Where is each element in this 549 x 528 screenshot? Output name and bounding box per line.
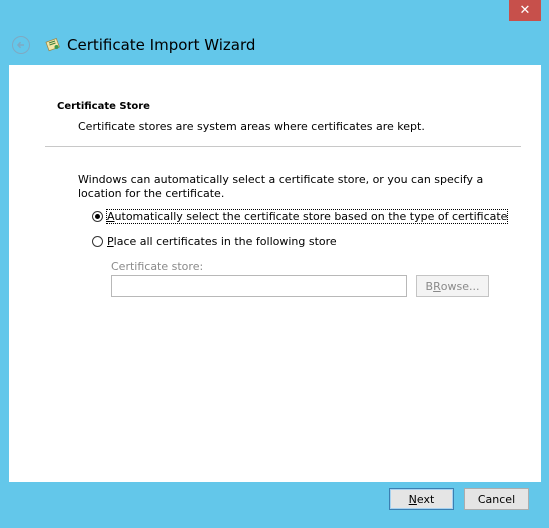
cancel-button[interactable]: Cancel bbox=[464, 488, 529, 510]
close-button[interactable]: ✕ bbox=[509, 0, 541, 21]
next-button[interactable]: Next bbox=[389, 488, 454, 510]
manual-store-option[interactable]: Place all certificates in the following … bbox=[92, 235, 337, 248]
certificate-store-field bbox=[111, 275, 407, 297]
manual-store-radio[interactable] bbox=[92, 236, 103, 247]
manual-store-label[interactable]: Place all certificates in the following … bbox=[107, 235, 337, 248]
wizard-window: ✕ Certificate Import Wizard Certificate … bbox=[0, 0, 549, 528]
back-button[interactable] bbox=[12, 36, 30, 54]
close-icon: ✕ bbox=[519, 3, 531, 18]
wizard-header: Certificate Import Wizard bbox=[0, 21, 549, 65]
auto-select-label[interactable]: Automatically select the certificate sto… bbox=[105, 209, 509, 224]
auto-select-option[interactable]: Automatically select the certificate sto… bbox=[92, 209, 509, 224]
divider bbox=[45, 146, 521, 147]
certificate-store-label: Certificate store: bbox=[111, 260, 204, 273]
back-arrow-icon bbox=[16, 41, 24, 49]
browse-button: B Rowse... bbox=[416, 275, 489, 297]
page-heading: Certificate Store bbox=[57, 101, 150, 112]
wizard-title: Certificate Import Wizard bbox=[67, 36, 256, 54]
wizard-content: Certificate Store Certificate stores are… bbox=[9, 65, 541, 482]
intro-text: Windows can automatically select a certi… bbox=[78, 173, 484, 200]
certificate-icon bbox=[45, 38, 60, 52]
page-description: Certificate stores are system areas wher… bbox=[78, 120, 425, 133]
auto-select-radio[interactable] bbox=[92, 211, 103, 222]
